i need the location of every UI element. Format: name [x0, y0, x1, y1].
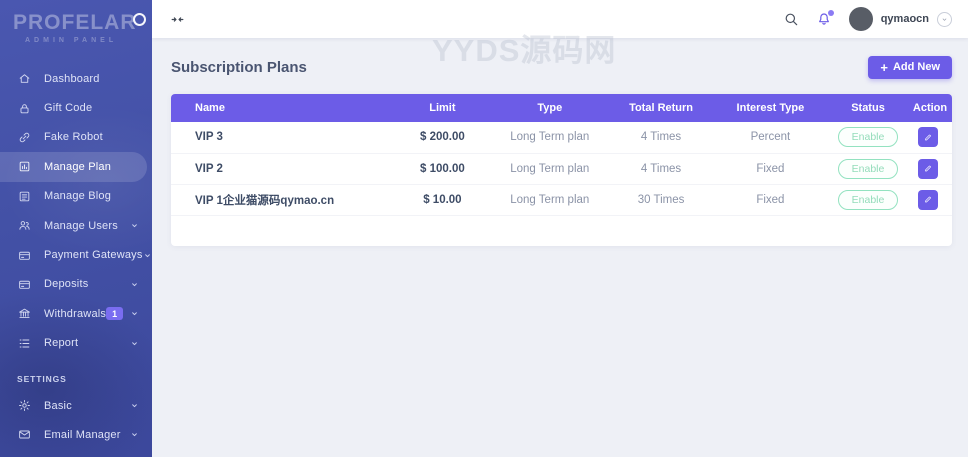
chevron-down-icon[interactable] [937, 11, 952, 27]
column-header-type: Type [537, 102, 563, 114]
username: qymaocn [880, 13, 929, 25]
sidebar-item-withdrawals[interactable]: Withdrawals 1 [0, 299, 152, 328]
plan-limit: $ 200.00 [389, 122, 496, 154]
table-row: VIP 1企业猫源码qymao.cn $ 10.00 Long Term pla… [171, 184, 952, 216]
sidebar-item-email-manager[interactable]: Email Manager [0, 420, 152, 449]
status-badge[interactable]: Enable [837, 189, 899, 210]
column-header-status: Status [851, 102, 885, 114]
plan-total-return: 4 Times [604, 122, 718, 154]
plan-total-return: 30 Times [604, 184, 718, 216]
avatar[interactable] [848, 7, 873, 31]
app-logo-subtitle: ADMIN PANEL [25, 37, 118, 44]
page-title: Subscription Plans [171, 58, 307, 76]
chart-icon [17, 160, 31, 174]
sidebar-pin-toggle[interactable] [133, 13, 146, 26]
edit-button[interactable] [918, 189, 938, 210]
chevron-down-icon [130, 280, 139, 289]
sidebar-item-sms-manager[interactable]: SMS Manager [0, 450, 152, 457]
bell-icon[interactable] [816, 10, 834, 27]
envelope-icon [17, 428, 31, 442]
document-icon [17, 189, 31, 203]
topbar: qymaocn [152, 0, 968, 38]
column-header-name: Name [195, 102, 225, 114]
plan-limit: $ 10.00 [389, 184, 496, 216]
plan-interest-type: Fixed [717, 184, 824, 216]
lock-icon [17, 101, 31, 115]
main-area: qymaocn YYDS源码网 Subscription Plans + Add… [152, 0, 968, 457]
bank-icon [17, 307, 31, 321]
plus-icon: + [880, 59, 888, 75]
withdrawals-badge: 1 [106, 307, 124, 321]
sidebar-section-settings: SETTINGS [17, 373, 67, 384]
notification-dot [827, 10, 834, 16]
app-logo: PROFELAR [13, 11, 137, 34]
home-icon [17, 72, 31, 86]
plan-interest-type: Fixed [717, 153, 824, 185]
plan-type: Long Term plan [495, 184, 605, 216]
sidebar-item-fake-robot[interactable]: Fake Robot [0, 123, 152, 152]
plan-total-return: 4 Times [604, 153, 718, 185]
users-icon [17, 219, 31, 233]
column-header-total-return: Total Return [629, 102, 694, 114]
plan-interest-type: Percent [717, 122, 824, 154]
sidebar-item-report[interactable]: Report [0, 329, 152, 358]
plan-type: Long Term plan [495, 122, 605, 154]
column-header-action: Action [912, 102, 948, 114]
logo-area: PROFELAR ADMIN PANEL [0, 0, 152, 62]
chevron-down-icon [130, 401, 139, 410]
plan-name: VIP 2 [171, 153, 390, 185]
plan-type: Long Term plan [495, 153, 605, 185]
table-header-row: Name Limit Type Total Return Interest Ty… [171, 94, 952, 122]
sidebar-item-manage-plan[interactable]: Manage Plan [0, 152, 147, 182]
admin-panel-app: PROFELAR ADMIN PANEL Dashboard Gift Code… [0, 0, 968, 457]
sidebar-item-deposits[interactable]: Deposits [0, 270, 152, 299]
sidebar-item-basic[interactable]: Basic [0, 391, 152, 420]
plans-table-card: Name Limit Type Total Return Interest Ty… [171, 94, 952, 246]
sidebar-item-payment-gateways[interactable]: Payment Gateways [0, 240, 152, 269]
add-new-button[interactable]: + Add New [868, 55, 952, 79]
table-row: VIP 2 $ 100.00 Long Term plan 4 Times Fi… [171, 153, 952, 185]
link-icon [17, 130, 31, 144]
sidebar-item-manage-users[interactable]: Manage Users [0, 211, 152, 240]
add-new-label: Add New [892, 61, 940, 73]
edit-button[interactable] [918, 158, 938, 179]
plan-name: VIP 1企业猫源码qymao.cn [171, 184, 390, 216]
sidebar-item-dashboard[interactable]: Dashboard [0, 64, 152, 93]
sidebar-item-gift-code[interactable]: Gift Code [0, 93, 152, 122]
plans-table: Name Limit Type Total Return Interest Ty… [171, 94, 952, 216]
status-badge[interactable]: Enable [837, 127, 899, 148]
list-icon [17, 336, 31, 350]
plan-limit: $ 100.00 [389, 153, 496, 185]
gear-icon [17, 399, 31, 413]
content: Subscription Plans + Add New Name Limit … [152, 38, 968, 246]
status-badge[interactable]: Enable [837, 158, 899, 179]
table-row: VIP 3 $ 200.00 Long Term plan 4 Times Pe… [171, 122, 952, 154]
column-header-limit: Limit [429, 102, 456, 114]
sidebar-item-manage-blog[interactable]: Manage Blog [0, 182, 152, 211]
edit-button[interactable] [918, 127, 938, 148]
sidebar: PROFELAR ADMIN PANEL Dashboard Gift Code… [0, 0, 152, 457]
chevron-down-icon [130, 339, 139, 348]
chevron-down-icon [130, 430, 139, 439]
chevron-down-icon [130, 309, 139, 318]
column-header-interest-type: Interest Type [736, 102, 805, 114]
credit-card-icon [17, 277, 31, 291]
chevron-down-icon [130, 221, 139, 230]
plan-name: VIP 3 [171, 122, 390, 154]
user-menu[interactable]: qymaocn [848, 7, 952, 31]
sidebar-menu: Dashboard Gift Code Fake Robot Manage Pl… [0, 64, 152, 457]
search-icon[interactable] [783, 11, 799, 27]
chevron-down-icon [143, 251, 152, 260]
sidebar-toggle-icon[interactable] [168, 10, 186, 28]
credit-card-icon [17, 248, 31, 262]
